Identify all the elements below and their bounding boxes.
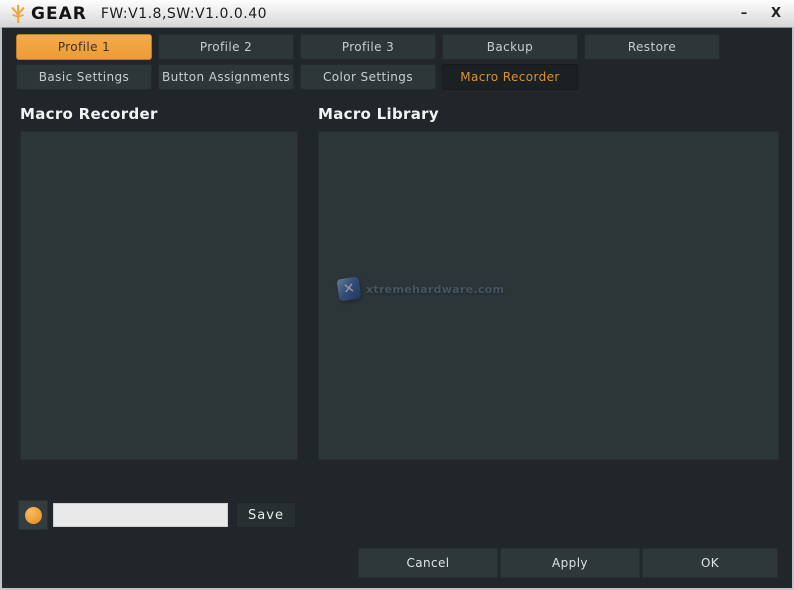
tab-profile-3[interactable]: Profile 3 xyxy=(300,34,436,60)
watermark-text: xtremehardware.com xyxy=(366,283,504,296)
titlebar: GEAR FW:V1.8,SW:V1.0.0.40 – X xyxy=(0,0,794,28)
save-button[interactable]: Save xyxy=(236,502,296,528)
watermark-x-icon: ✕ xyxy=(337,277,362,302)
watermark: ✕ xtremehardware.com xyxy=(338,278,504,300)
window-border-left xyxy=(0,27,2,590)
cancel-button[interactable]: Cancel xyxy=(358,548,498,578)
minimize-button[interactable]: – xyxy=(736,6,752,21)
record-button[interactable] xyxy=(18,500,48,530)
watermark-x-glyph: ✕ xyxy=(342,281,356,296)
tab-backup[interactable]: Backup xyxy=(442,34,578,60)
macro-library-heading: Macro Library xyxy=(318,105,439,123)
tab-basic-settings[interactable]: Basic Settings xyxy=(16,64,152,90)
app-window: GEAR FW:V1.8,SW:V1.0.0.40 – X Profile 1 … xyxy=(0,0,794,590)
logo-text: GEAR xyxy=(31,4,87,24)
profile-tab-row: Profile 1 Profile 2 Profile 3 Backup Res… xyxy=(16,34,720,60)
tab-macro-recorder[interactable]: Macro Recorder xyxy=(442,64,578,90)
macro-recorder-heading: Macro Recorder xyxy=(20,105,158,123)
settings-tab-row: Basic Settings Button Assignments Color … xyxy=(16,64,578,90)
tab-color-settings[interactable]: Color Settings xyxy=(300,64,436,90)
record-dot-icon xyxy=(25,507,42,524)
tab-restore[interactable]: Restore xyxy=(584,34,720,60)
close-button[interactable]: X xyxy=(768,6,784,21)
firmware-version-text: FW:V1.8,SW:V1.0.0.40 xyxy=(101,6,267,22)
tab-profile-1[interactable]: Profile 1 xyxy=(16,34,152,60)
apply-button[interactable]: Apply xyxy=(500,548,640,578)
ok-button[interactable]: OK xyxy=(642,548,778,578)
app-logo: GEAR xyxy=(8,4,87,24)
tab-profile-2[interactable]: Profile 2 xyxy=(158,34,294,60)
tab-button-assignments[interactable]: Button Assignments xyxy=(158,64,294,90)
macro-recorder-panel xyxy=(20,131,298,460)
macro-library-panel: ✕ xtremehardware.com xyxy=(318,131,779,460)
window-controls: – X xyxy=(736,0,784,27)
fnatic-logo-icon xyxy=(8,4,28,24)
macro-name-input[interactable] xyxy=(53,503,228,527)
